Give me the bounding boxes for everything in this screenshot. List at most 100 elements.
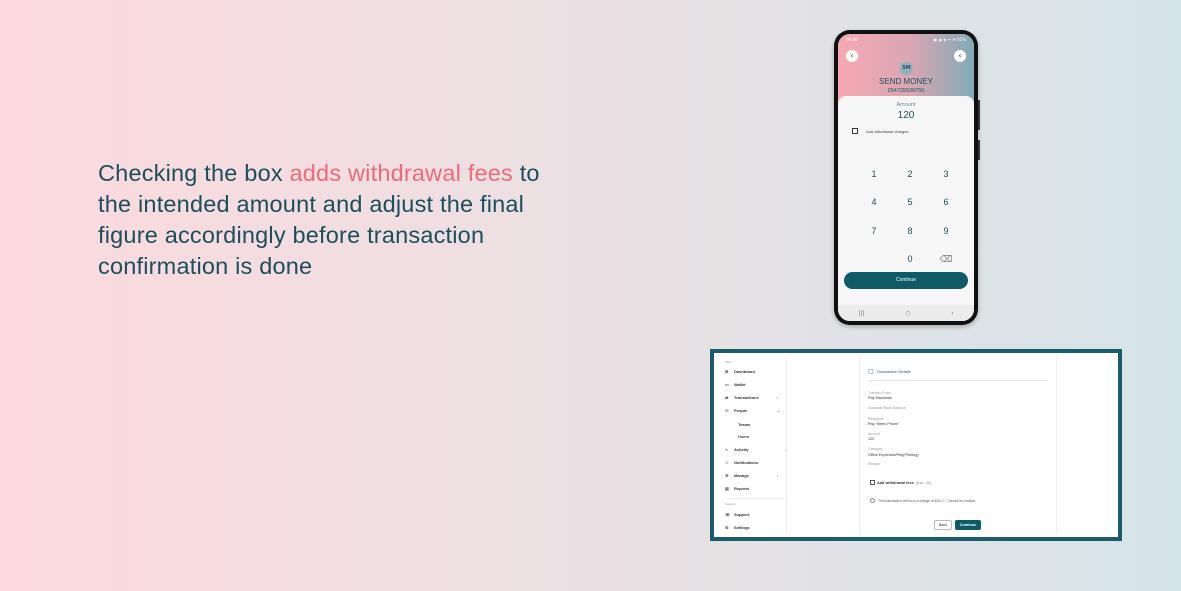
key-4[interactable]: 4 (856, 196, 892, 224)
withdrawal-charges-label: Add withdrawal charges (866, 128, 909, 134)
support-icon: ☏ (725, 512, 731, 517)
headline-highlight: adds withdrawal fees (289, 160, 513, 186)
withdrawal-charges-checkbox[interactable] (852, 128, 858, 134)
key-7[interactable]: 7 (856, 225, 892, 253)
sidebar-item-label: Transactions (734, 395, 759, 400)
wallet-icon: ▭ (725, 382, 729, 387)
field-value-transfer-from: Pay Machines (868, 396, 892, 400)
chevron-right-icon: › (777, 473, 779, 478)
key-5[interactable]: 5 (892, 196, 928, 224)
status-time: 09:36 (846, 37, 858, 42)
headline-part1: Checking the box (98, 160, 290, 186)
sidebar-item-label: Support (734, 512, 750, 517)
sidebar-item-label: Manage (734, 473, 749, 478)
key-9[interactable]: 9 (928, 225, 964, 253)
recipient-phone-number: 254725538750 (887, 88, 925, 94)
key-1[interactable]: 1 (856, 168, 892, 196)
phone-screen: 09:36 ▣ ◉ ◈ ᯤ ✉ 61% ‹ ‹ SM SEND MONEY 25… (838, 34, 974, 321)
collapse-sidebar-icon[interactable]: ‹ (785, 448, 787, 453)
document-icon: ▢ (868, 369, 874, 375)
phone-side-button (978, 140, 980, 160)
home-icon[interactable]: ○ (905, 310, 910, 317)
field-label-reason: Reason (868, 462, 881, 466)
sidebar-item-wallet[interactable]: ▭ Wallet (725, 382, 746, 387)
confirm-radio[interactable] (870, 498, 875, 503)
panel-title: ▢ Transaction Details (868, 368, 911, 375)
withdrawal-fees-label: Add withdrawal fees (877, 480, 914, 485)
nav-back-icon[interactable]: ‹ (951, 310, 953, 317)
sidebar-item-label: Dashboard (734, 369, 755, 374)
sidebar-item-label: People (734, 408, 748, 413)
android-nav-bar: ||| ○ ‹ (838, 305, 974, 321)
bell-icon: ♢ (725, 460, 729, 465)
sidebar-item-activity[interactable]: ∿ Activity (725, 447, 748, 452)
sidebar-item-label: Wallet (734, 382, 746, 387)
charge-notice-text: This transaction will incur a charge of … (878, 498, 976, 503)
phone-side-button (978, 100, 980, 130)
sidebar-item-manage[interactable]: ⚙ Manage › (725, 473, 778, 478)
reports-icon: ▤ (725, 486, 729, 491)
field-value-category: Office Expenses/Pay(Printing) (868, 453, 919, 457)
transaction-details-panel: ▢ Transaction Details Transfer From Pay … (859, 356, 1057, 534)
numeric-keypad: 1 2 3 4 5 6 7 8 9 0 ⌫ (856, 168, 964, 281)
sidebar-item-dashboard[interactable]: ⊞ Dashboard (725, 369, 755, 374)
headline-text: Checking the box adds withdrawal fees to… (98, 158, 568, 282)
continue-button[interactable]: Continue (955, 520, 981, 530)
phone-header: 09:36 ▣ ◉ ◈ ᯤ ✉ 61% ‹ ‹ SM SEND MONEY 25… (838, 34, 974, 102)
sidebar-item-label: Activity (734, 447, 749, 452)
dashboard-icon: ⊞ (725, 369, 729, 374)
people-icon: ⚇ (725, 408, 729, 413)
sidebar: Main ⊞ Dashboard ▭ Wallet ⇄ Transactions… (717, 356, 787, 534)
withdrawal-fees-checkbox[interactable] (870, 480, 875, 485)
key-3[interactable]: 3 (928, 168, 964, 196)
back-icon[interactable]: ‹ (846, 50, 858, 62)
field-label-bank-balance: Available Bank Balance (868, 406, 906, 410)
field-value-amount: 120 (868, 437, 875, 441)
withdrawal-charges-row[interactable]: Add withdrawal charges (852, 128, 908, 134)
page-title: SEND MONEY (879, 77, 933, 86)
chevron-down-icon: ⌄ (777, 408, 781, 413)
close-icon[interactable]: ‹ (954, 50, 966, 62)
field-label-recipient: Recipient (868, 417, 883, 421)
phone-mockup: 09:36 ▣ ◉ ◈ ᯤ ✉ 61% ‹ ‹ SM SEND MONEY 25… (834, 30, 980, 325)
sidebar-item-reports[interactable]: ▤ Reports (725, 486, 749, 491)
avatar: SM (900, 62, 913, 75)
activity-icon: ∿ (725, 447, 729, 452)
sidebar-heading-support: Support (725, 502, 736, 506)
chevron-right-icon: › (777, 395, 779, 400)
key-8[interactable]: 8 (892, 225, 928, 253)
sidebar-subitem-users[interactable]: Users (738, 434, 749, 439)
sidebar-item-label: Reports (734, 486, 750, 491)
desktop-app: Main ⊞ Dashboard ▭ Wallet ⇄ Transactions… (717, 356, 1115, 534)
sidebar-subitem-teams[interactable]: Teams (738, 422, 750, 427)
sidebar-item-label: Notifications (734, 460, 759, 465)
status-icons: ▣ ◉ ◈ ᯤ ✉ 61% (933, 37, 966, 42)
field-label-category: Category (868, 447, 883, 451)
continue-button[interactable]: Continue (844, 272, 968, 289)
sidebar-item-notifications[interactable]: ♢ Notifications (725, 460, 758, 465)
desktop-screenshot: Main ⊞ Dashboard ▭ Wallet ⇄ Transactions… (710, 349, 1122, 541)
sidebar-item-people[interactable]: ⚇ People ⌄ (725, 408, 780, 413)
panel-divider (868, 380, 1048, 381)
sidebar-item-settings[interactable]: ⚙ Settings (725, 525, 750, 530)
field-label-amount: Amount (868, 432, 881, 436)
field-value-recipient: Pay: Metro Phone (868, 422, 899, 426)
panel-title-text: Transaction Details (876, 369, 911, 374)
settings-icon: ⚙ (725, 525, 729, 530)
status-bar: 09:36 ▣ ◉ ◈ ᯤ ✉ 61% (846, 37, 966, 43)
field-label-transfer-from: Transfer From (868, 391, 891, 395)
sidebar-item-support[interactable]: ☏ Support (725, 512, 749, 517)
recent-apps-icon[interactable]: ||| (858, 310, 864, 317)
withdrawal-fees-amount: (Ksh. 33) (915, 480, 932, 485)
transactions-icon: ⇄ (725, 395, 729, 400)
withdrawal-fees-row[interactable]: Add withdrawal fees (Ksh. 33) (870, 480, 931, 485)
sidebar-heading-main: Main (725, 360, 732, 364)
sidebar-item-transactions[interactable]: ⇄ Transactions › (725, 395, 778, 400)
charge-notice-row[interactable]: This transaction will incur a charge of … (870, 498, 975, 503)
manage-icon: ⚙ (725, 473, 729, 478)
amount-value: 120 (897, 110, 915, 121)
back-button[interactable]: Back (934, 520, 952, 530)
amount-label: Amount (896, 102, 916, 108)
key-2[interactable]: 2 (892, 168, 928, 196)
key-6[interactable]: 6 (928, 196, 964, 224)
